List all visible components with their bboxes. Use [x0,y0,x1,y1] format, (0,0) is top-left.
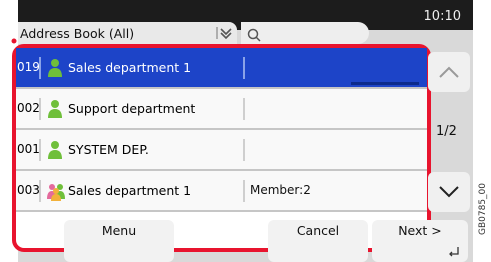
list-item[interactable]: 003 Sales department 1 Member:2 [16,171,427,212]
divider [39,180,41,202]
list-item[interactable]: 019 Sales department 1 [16,48,427,89]
figure-code: GB0785_00 [478,182,488,235]
entry-name: Sales department 1 [68,60,192,75]
entry-number: 003 [17,183,40,197]
entry-number: 001 [17,142,40,156]
scroll-controls: 1/2 [428,44,473,214]
divider [243,180,245,202]
list-item[interactable]: 002 Support department [16,89,427,130]
entry-number: 002 [17,101,40,115]
address-book-tab[interactable]: Address Book (All) [18,22,237,44]
address-book-tab-label: Address Book (All) [20,26,135,41]
button-bar: Menu Cancel Next > [18,220,473,262]
scroll-down-button[interactable] [428,172,470,212]
contact-icon [47,99,63,123]
selection-underline [351,82,419,85]
menu-button-label: Menu [101,223,137,238]
chevron-up-icon [439,66,459,78]
divider [39,98,41,120]
scroll-up-button[interactable] [428,52,470,92]
list-item[interactable]: 001 SYSTEM DEP. [16,130,427,171]
menu-button[interactable]: Menu [64,220,174,262]
divider [39,139,41,161]
search-field[interactable] [241,22,369,44]
entry-number: 019 [17,60,40,74]
contact-icon [47,58,63,82]
search-icon [247,28,261,42]
divider [39,57,41,79]
entry-member: Member:2 [250,183,311,197]
next-button-label: Next > [398,223,442,238]
divider [243,139,245,161]
enter-icon [449,247,459,257]
cancel-button-label: Cancel [296,223,340,238]
header-row: Address Book (All) [18,22,473,44]
contact-icon [47,140,63,164]
group-icon [47,181,65,205]
cancel-button[interactable]: Cancel [268,220,368,262]
chevron-down-icon[interactable] [216,25,236,43]
chevron-down-icon [439,186,459,198]
entry-name: Support department [68,101,196,116]
page-indicator: 1/2 [436,124,457,139]
divider [243,98,245,120]
entry-name: SYSTEM DEP. [68,142,149,157]
divider [243,57,245,79]
next-button[interactable]: Next > [372,220,468,262]
entry-name: Sales department 1 [68,183,192,198]
